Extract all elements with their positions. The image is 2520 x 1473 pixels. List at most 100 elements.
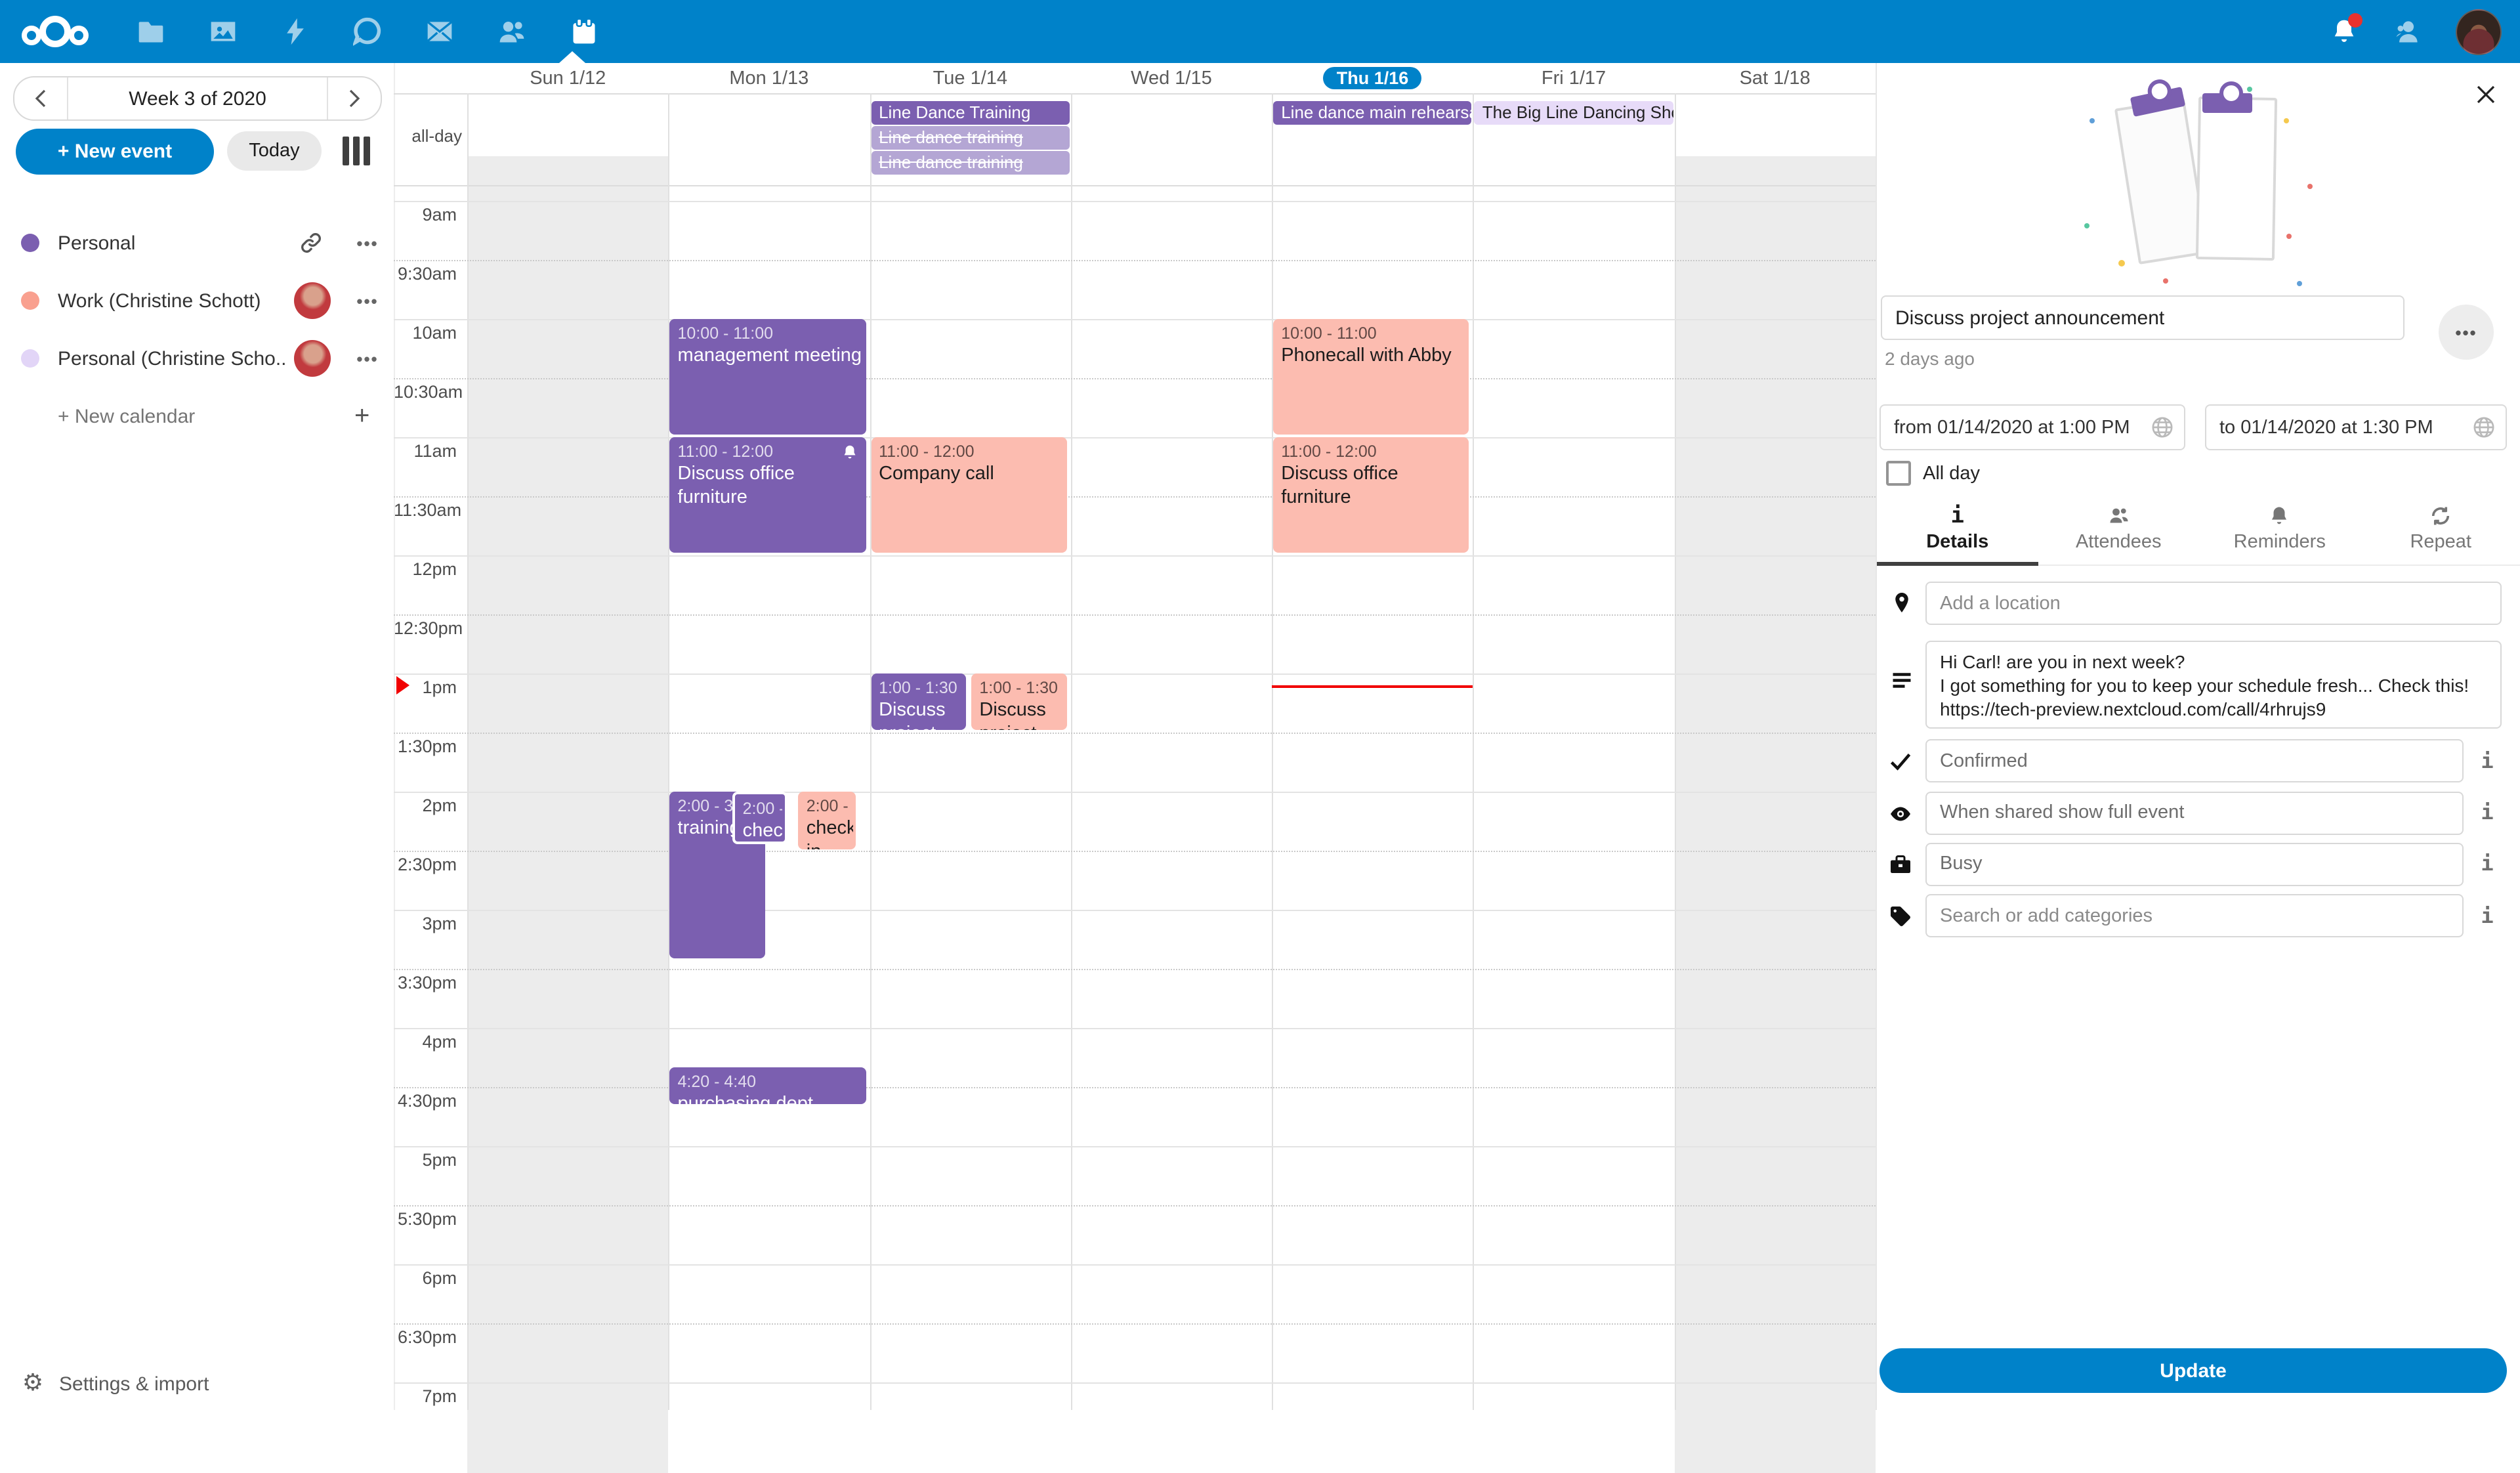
time-axis-label: 4pm xyxy=(394,1031,457,1051)
notifications-bell-icon[interactable] xyxy=(2330,17,2359,46)
description-textarea[interactable]: Hi Carl! are you in next week? I got som… xyxy=(1925,641,2502,729)
time-axis-label: 10:30am xyxy=(394,381,457,401)
slot-line xyxy=(394,437,1876,438)
event-title: Discuss project xyxy=(979,698,1064,729)
calendar-event[interactable]: 10:00 - 11:00Phonecall with Abby xyxy=(1273,318,1469,434)
all-day-event[interactable]: Line Dance Training xyxy=(871,101,1070,124)
all-day-checkbox[interactable] xyxy=(1886,461,1911,486)
all-day-event[interactable]: Line dance main rehearsal xyxy=(1273,101,1472,124)
nextcloud-logo[interactable] xyxy=(18,8,92,55)
freebusy-info-icon[interactable]: i xyxy=(2474,851,2500,876)
talk-icon[interactable] xyxy=(353,17,382,46)
busy-briefcase-icon xyxy=(1889,853,1912,877)
day-header-sat: Sat 1/18 xyxy=(1674,63,1876,93)
status-select[interactable]: Confirmed xyxy=(1925,739,2464,782)
column-border xyxy=(467,93,469,1410)
status-info-icon[interactable]: i xyxy=(2474,748,2500,773)
column-border xyxy=(1674,93,1675,1410)
mail-icon[interactable] xyxy=(425,17,454,46)
calendar-event[interactable]: 4:20 - 4:40purchasing dept xyxy=(670,1067,866,1103)
app-navigation xyxy=(136,0,598,63)
time-axis-label: 9:30am xyxy=(394,263,457,283)
slot-line xyxy=(394,496,1876,497)
weekend-column-background xyxy=(1674,156,1876,1473)
calendar-event[interactable]: 2:00 - 2:check-in xyxy=(732,791,788,843)
day-header-label: Tue 1/14 xyxy=(933,68,1007,89)
slot-line xyxy=(394,732,1876,733)
calendar-event[interactable]: 1:00 - 1:30Discuss project announcement xyxy=(871,673,966,729)
slot-line xyxy=(394,909,1876,910)
visibility-select[interactable]: When shared show full event xyxy=(1925,791,2464,834)
slot-line xyxy=(394,968,1876,970)
tab-reminders[interactable]: Reminders xyxy=(2199,496,2361,565)
tab-details[interactable]: iDetails xyxy=(1877,496,2038,565)
calendar-event[interactable]: 11:00 - 12:00Company call xyxy=(871,437,1067,552)
slot-line xyxy=(394,614,1876,615)
event-actions-menu-button[interactable]: ••• xyxy=(2439,305,2494,360)
all-day-event[interactable]: Line dance training xyxy=(871,126,1070,149)
time-axis-label: 10am xyxy=(394,322,457,342)
categories-info-icon[interactable]: i xyxy=(2474,903,2500,928)
all-day-event[interactable]: Line dance training xyxy=(871,151,1070,174)
tab-label: Details xyxy=(1926,532,1988,553)
timezone-globe-icon[interactable] xyxy=(2473,416,2495,438)
top-bar xyxy=(0,0,2520,63)
time-axis-label: 12:30pm xyxy=(394,618,457,637)
calendar-event[interactable]: 11:00 - 12:00Discuss office furniture xyxy=(1273,437,1469,552)
event-time-label: 4:20 - 4:40 xyxy=(678,1071,864,1092)
time-axis-label: 11am xyxy=(394,440,457,460)
day-header-wed: Wed 1/15 xyxy=(1071,63,1272,93)
day-header-thu: Thu 1/16 xyxy=(1272,63,1473,93)
freebusy-select[interactable]: Busy xyxy=(1925,842,2464,886)
activity-icon[interactable] xyxy=(281,17,310,46)
event-title: management meeting xyxy=(678,343,864,367)
event-title-input[interactable] xyxy=(1881,295,2404,340)
slot-line xyxy=(394,259,1876,261)
slot-line xyxy=(394,673,1876,674)
close-icon[interactable] xyxy=(2470,79,2502,110)
time-axis-label: 3pm xyxy=(394,913,457,933)
event-illustration xyxy=(2082,81,2318,272)
update-button[interactable]: Update xyxy=(1880,1348,2507,1393)
header-contacts-icon[interactable] xyxy=(2393,17,2422,46)
event-title: Discuss project announcement xyxy=(879,698,963,729)
event-title: Phonecall with Abby xyxy=(1281,343,1467,367)
timezone-globe-icon[interactable] xyxy=(2151,416,2174,438)
description-icon xyxy=(1890,670,1914,693)
tab-label: Reminders xyxy=(2234,532,2326,553)
day-header-tue: Tue 1/14 xyxy=(870,63,1071,93)
slot-line xyxy=(394,1145,1876,1147)
event-time-label: 2:00 - 2: xyxy=(807,795,853,816)
calendar-event[interactable]: 1:00 - 1:30Discuss project xyxy=(971,673,1066,729)
slot-line xyxy=(394,1382,1876,1383)
end-datetime-picker[interactable]: to 01/14/2020 at 1:30 PM xyxy=(2205,404,2507,450)
user-avatar[interactable] xyxy=(2456,9,2502,54)
clipboard-back xyxy=(2114,98,2209,265)
grid-separator xyxy=(394,93,1876,95)
categories-tag-icon xyxy=(1889,905,1912,928)
tab-attendees[interactable]: Attendees xyxy=(2038,496,2200,565)
calendar-icon[interactable] xyxy=(570,17,598,46)
visibility-eye-icon xyxy=(1889,802,1912,826)
calendar-event[interactable]: 2:00 - 2:check-in xyxy=(799,791,856,849)
location-input[interactable] xyxy=(1925,582,2502,625)
photos-icon[interactable] xyxy=(209,17,238,46)
active-app-pointer xyxy=(559,51,585,63)
editor-tabs: iDetailsAttendees Reminders Repeat xyxy=(1877,496,2520,565)
time-axis-label: 3:30pm xyxy=(394,972,457,992)
event-time-label: 10:00 - 11:00 xyxy=(678,322,864,343)
files-icon[interactable] xyxy=(136,17,165,46)
tab-repeat[interactable]: Repeat xyxy=(2361,496,2520,565)
all-day-event[interactable]: The Big Line Dancing Show xyxy=(1475,101,1673,124)
time-axis-label: 5:30pm xyxy=(394,1208,457,1228)
visibility-info-icon[interactable]: i xyxy=(2474,800,2500,824)
start-datetime-picker[interactable]: from 01/14/2020 at 1:00 PM xyxy=(1880,404,2185,450)
contacts-icon[interactable] xyxy=(497,17,526,46)
all-day-toggle[interactable]: All day xyxy=(1886,461,1980,486)
calendar-event[interactable]: 11:00 - 12:00Discuss office furniture xyxy=(670,437,866,552)
calendar-event[interactable]: 10:00 - 11:00management meeting xyxy=(670,318,866,434)
weekend-column-background xyxy=(467,156,669,1473)
categories-input[interactable] xyxy=(1925,894,2464,937)
last-modified-label: 2 days ago xyxy=(1885,348,1975,369)
time-axis-label: 6:30pm xyxy=(394,1327,457,1346)
